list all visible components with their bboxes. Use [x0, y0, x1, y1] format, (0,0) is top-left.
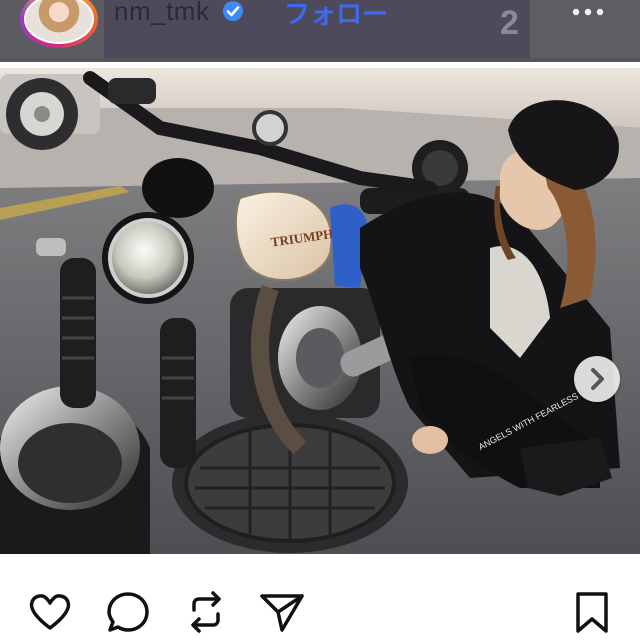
post-action-bar — [0, 554, 640, 640]
avatar-story-ring[interactable] — [20, 0, 98, 48]
post-screen: nm_tmk フォロー 2 TRIUMPH ANGELS WITH FEARLE… — [0, 0, 640, 640]
comment-bubble-icon[interactable] — [104, 588, 152, 636]
heart-icon[interactable] — [26, 588, 74, 636]
bookmark-icon[interactable] — [568, 588, 616, 636]
avatar[interactable] — [24, 0, 94, 44]
more-options-icon[interactable] — [570, 6, 606, 18]
send-paper-plane-icon[interactable] — [258, 588, 306, 636]
follow-button[interactable]: フォロー — [284, 0, 388, 31]
verified-badge-icon — [223, 1, 243, 21]
image-counter: 2 — [500, 4, 519, 42]
repost-icon[interactable] — [182, 588, 230, 636]
photo-illustration: TRIUMPH ANGELS WITH FEARLESS — [0, 68, 640, 554]
username-link[interactable]: nm_tmk — [114, 0, 209, 27]
header-divider — [0, 58, 640, 62]
chevron-right-icon — [591, 368, 604, 390]
next-image-button[interactable] — [574, 356, 620, 402]
post-header: nm_tmk フォロー 2 — [0, 0, 640, 62]
post-photo[interactable]: TRIUMPH ANGELS WITH FEARLESS — [0, 68, 640, 554]
